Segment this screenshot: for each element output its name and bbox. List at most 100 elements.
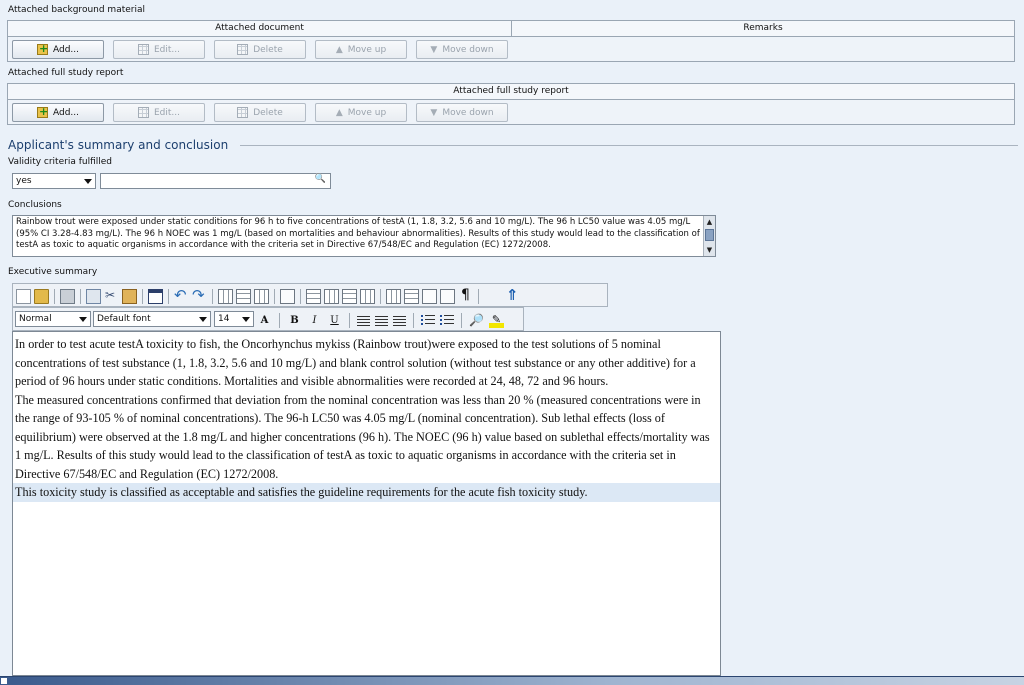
collapse-toolbar-icon[interactable] (505, 286, 520, 304)
section-divider (240, 145, 1018, 146)
arrow-down-icon: ▼ (430, 107, 438, 118)
undo-icon[interactable] (174, 286, 189, 304)
executive-summary-editor[interactable]: In order to test acute testA toxicity to… (12, 331, 721, 676)
copy-icon[interactable] (86, 288, 101, 304)
taskbar (0, 676, 1024, 685)
underline-button[interactable]: U (327, 313, 342, 328)
pilcrow-icon[interactable] (458, 287, 473, 304)
split-cells-icon[interactable] (404, 288, 419, 304)
chevron-down-icon (199, 317, 207, 322)
background-material-header: Attached document Remarks (8, 21, 1014, 37)
edit-grid-icon (137, 107, 149, 118)
paste-icon[interactable] (122, 288, 137, 304)
insert-image-icon[interactable] (422, 288, 437, 304)
add-icon (36, 105, 48, 118)
edit-report-button[interactable]: Edit... (113, 103, 205, 122)
add-icon (36, 42, 48, 55)
executive-summary-label: Executive summary (8, 267, 98, 277)
font-size-value: 14 (218, 314, 230, 324)
conclusions-text: Rainbow trout were exposed under static … (16, 217, 700, 250)
editor-paragraph-1: In order to test acute testA toxicity to… (15, 337, 696, 388)
background-material-table: Attached document Remarks Add... Edit...… (7, 20, 1015, 62)
add-report-button[interactable]: Add... (12, 103, 104, 122)
delete-grid-icon (237, 107, 249, 118)
find-replace-icon[interactable]: 🔎 (469, 313, 484, 328)
table-insert-column-icon[interactable] (254, 288, 269, 304)
validity-label: Validity criteria fulfilled (8, 157, 112, 167)
paragraph-style-select[interactable]: Normal (15, 311, 91, 327)
move-down-report-button[interactable]: ▼ Move down (416, 103, 508, 122)
column-attached-full-study-report[interactable]: Attached full study report (8, 84, 1014, 99)
edit-image-icon[interactable] (440, 288, 455, 304)
arrow-up-icon: ▲ (335, 44, 343, 55)
delete-report-button[interactable]: Delete (214, 103, 306, 122)
delete-background-button[interactable]: Delete (214, 40, 306, 59)
delete-grid-icon (237, 44, 249, 55)
search-icon[interactable]: 🔍 (315, 174, 326, 184)
insert-table-icon[interactable] (148, 288, 163, 304)
arrow-up-icon: ▲ (335, 107, 343, 118)
editor-toolbar-format: Normal Default font 14 A B I U 🔎 ✎ (12, 307, 524, 331)
editor-toolbar-top (12, 283, 608, 307)
column-attached-document[interactable]: Attached document (8, 21, 511, 36)
open-folder-icon[interactable] (34, 288, 49, 304)
conclusions-label: Conclusions (8, 200, 62, 210)
print-icon[interactable] (60, 288, 75, 304)
paragraph-style-value: Normal (19, 314, 52, 324)
add-background-button[interactable]: Add... (12, 40, 104, 59)
scroll-up-icon[interactable]: ▲ (705, 217, 714, 227)
validity-selected-value: yes (16, 176, 32, 186)
conclusions-scrollbar[interactable]: ▲ ▼ (703, 216, 715, 256)
insert-row-below-icon[interactable] (324, 288, 339, 304)
bold-button[interactable]: B (287, 313, 302, 328)
table-rows-icon[interactable] (236, 288, 251, 304)
font-size-select[interactable]: 14 (214, 311, 254, 327)
full-study-report-label: Attached full study report (8, 68, 124, 78)
merge-cells-icon[interactable] (386, 288, 401, 304)
table-columns-icon[interactable] (218, 288, 233, 304)
insert-row-above-icon[interactable] (306, 288, 321, 304)
column-remarks[interactable]: Remarks (511, 21, 1014, 36)
editor-paragraph-3: This toxicity study is classified as acc… (13, 483, 720, 502)
start-icon[interactable] (1, 678, 7, 684)
cut-icon[interactable] (104, 288, 119, 304)
move-up-background-button[interactable]: ▲ Move up (315, 40, 407, 59)
chevron-down-icon (79, 317, 87, 322)
chevron-down-icon (242, 317, 250, 322)
move-up-report-button[interactable]: ▲ Move up (315, 103, 407, 122)
delete-column-icon[interactable] (360, 288, 375, 304)
full-study-report-header: Attached full study report (8, 84, 1014, 100)
edit-grid-icon (137, 44, 149, 55)
font-family-select[interactable]: Default font (93, 311, 211, 327)
numbered-list-icon[interactable] (421, 314, 435, 326)
full-study-report-table: Attached full study report Add... Edit..… (7, 83, 1015, 125)
editor-paragraph-2: The measured concentrations confirmed th… (15, 392, 710, 481)
align-right-icon[interactable] (393, 314, 406, 326)
toolbar-row-1 (16, 286, 520, 305)
scroll-down-icon[interactable]: ▼ (705, 245, 714, 255)
format-buttons: A B I U 🔎 ✎ (257, 312, 504, 328)
font-family-value: Default font (97, 314, 151, 324)
table-properties-icon[interactable] (280, 288, 295, 304)
validity-select[interactable]: yes (12, 173, 96, 189)
conclusions-textarea[interactable]: Rainbow trout were exposed under static … (12, 215, 716, 257)
background-material-label: Attached background material (8, 5, 145, 15)
edit-background-button[interactable]: Edit... (113, 40, 205, 59)
full-study-report-buttons: Add... Edit... Delete ▲Move up ▼Move dow… (12, 103, 508, 122)
background-material-buttons: Add... Edit... Delete ▲Move up ▼Move dow… (12, 40, 508, 59)
summary-section-title: Applicant's summary and conclusion (8, 138, 229, 152)
italic-button[interactable]: I (307, 313, 322, 328)
bulleted-list-icon[interactable] (440, 314, 454, 326)
arrow-down-icon: ▼ (430, 44, 438, 55)
align-left-icon[interactable] (357, 314, 370, 326)
validity-remark-input[interactable]: 🔍 (100, 173, 331, 189)
highlight-icon[interactable]: ✎ (489, 312, 504, 328)
font-size-adjust-icon[interactable]: A (257, 313, 272, 328)
align-center-icon[interactable] (375, 314, 388, 326)
chevron-down-icon (84, 179, 92, 184)
scroll-thumb[interactable] (705, 229, 714, 241)
delete-row-icon[interactable] (342, 288, 357, 304)
move-down-background-button[interactable]: ▼ Move down (416, 40, 508, 59)
new-document-icon[interactable] (16, 288, 31, 304)
redo-icon[interactable] (192, 286, 207, 304)
